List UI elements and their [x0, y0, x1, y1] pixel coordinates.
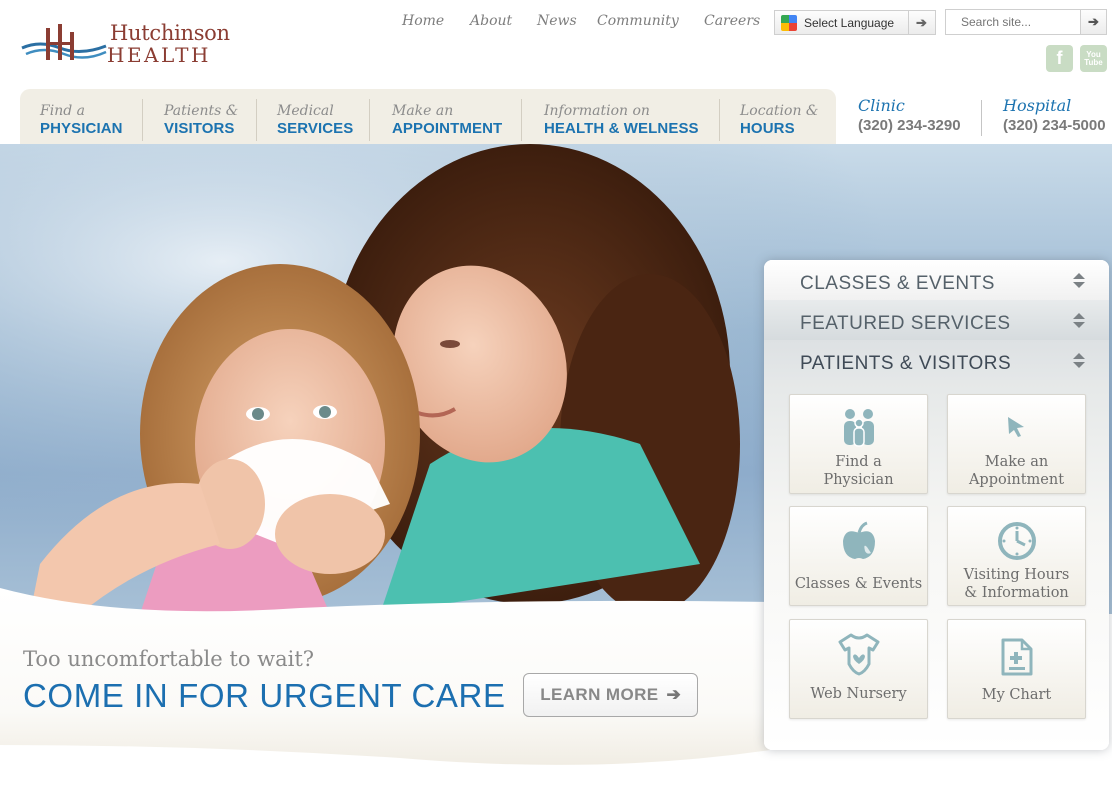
promo-title: COME IN FOR URGENT CARE — [23, 677, 506, 714]
sort-arrows-icon — [1073, 313, 1085, 329]
main-nav: Find a PHYSICIAN Patients & VISITORS Med… — [20, 89, 836, 144]
youtube-icon[interactable]: You Tube — [1080, 45, 1107, 72]
phone-divider — [981, 100, 982, 136]
page: Hutchinson HEALTH Home About News Commun… — [0, 0, 1112, 789]
clinic-number: (320) 234-3290 — [858, 117, 961, 134]
nav-health-wellness[interactable]: Information on HEALTH & WELNESS — [544, 103, 699, 137]
nav-divider — [521, 99, 522, 141]
top-nav-news[interactable]: News — [537, 13, 577, 29]
accordion-label: PATIENTS & VISITORS — [800, 353, 1012, 374]
nav-item-small: Location & — [740, 103, 819, 119]
logo-text-health: HEALTH — [107, 43, 211, 67]
nav-item-big: PHYSICIAN — [40, 120, 123, 137]
nav-item-small: Patients & — [164, 103, 239, 119]
document-icon — [948, 637, 1085, 677]
tile-label-line-1: Web Nursery — [810, 686, 907, 702]
tile-make-appointment[interactable]: Make an Appointment — [947, 394, 1086, 494]
tile-label-line-1: Find a — [835, 454, 882, 470]
tile-label: Classes & Events — [790, 575, 927, 593]
tile-label: Find a Physician — [790, 453, 927, 489]
sort-arrows-icon — [1073, 273, 1085, 289]
nav-item-small: Information on — [544, 103, 650, 119]
nav-item-small: Medical — [277, 103, 334, 119]
accordion-label: CLASSES & EVENTS — [800, 273, 995, 294]
top-nav-careers[interactable]: Careers — [704, 13, 760, 29]
nav-make-appointment[interactable]: Make an APPOINTMENT — [392, 103, 502, 137]
language-select-label: Select Language — [804, 15, 895, 30]
learn-more-button[interactable]: LEARN MORE ➔ — [523, 673, 698, 717]
nav-item-big: HEALTH & WELNESS — [544, 120, 699, 137]
logo-mark-icon — [21, 24, 107, 60]
nav-item-small: Make an — [392, 103, 454, 119]
nav-divider — [369, 99, 370, 141]
clinic-phone[interactable]: Clinic (320) 234-3290 — [858, 96, 961, 136]
tile-label-line-1: My Chart — [981, 687, 1052, 703]
nav-medical-services[interactable]: Medical SERVICES — [277, 103, 353, 137]
search-input[interactable] — [946, 11, 1080, 33]
accordion-featured-services[interactable]: FEATURED SERVICES — [764, 300, 1109, 340]
arrow-right-icon: ➔ — [666, 685, 681, 704]
hutchinson-health-logo[interactable]: Hutchinson HEALTH — [20, 18, 230, 68]
nav-item-big: HOURS — [740, 120, 795, 137]
hospital-label: Hospital — [1003, 96, 1072, 115]
tile-label-line-2: Physician — [823, 472, 894, 488]
nav-item-big: SERVICES — [277, 120, 354, 137]
arrow-right-icon[interactable]: ➔ — [908, 11, 934, 34]
hospital-phone[interactable]: Hospital (320) 234-5000 — [1003, 96, 1106, 136]
onesie-icon — [790, 632, 927, 676]
search-box: ➔ — [945, 9, 1107, 35]
nav-item-big: VISITORS — [164, 120, 235, 137]
people-icon — [790, 407, 927, 449]
tile-label-line-2: Appointment — [968, 472, 1065, 488]
tile-web-nursery[interactable]: Web Nursery — [789, 619, 928, 719]
nav-patients-visitors[interactable]: Patients & VISITORS — [164, 103, 238, 137]
tile-label: Web Nursery — [790, 685, 927, 703]
sort-arrows-icon — [1073, 353, 1085, 369]
google-translate-icon — [781, 14, 797, 31]
nav-item-small: Find a — [40, 103, 85, 119]
accordion-patients-visitors[interactable]: PATIENTS & VISITORS — [764, 340, 1109, 380]
cursor-icon — [948, 415, 1085, 439]
hospital-number: (320) 234-5000 — [1003, 117, 1106, 134]
facebook-icon[interactable]: f — [1046, 45, 1073, 72]
language-select[interactable]: Select Language ➔ — [774, 10, 936, 35]
promo-question: Too uncomfortable to wait? — [23, 647, 315, 671]
search-submit-button[interactable]: ➔ — [1080, 10, 1106, 34]
tile-label: Make an Appointment — [948, 453, 1085, 489]
tile-classes-events[interactable]: Classes & Events — [789, 506, 928, 606]
learn-more-label: LEARN MORE — [540, 685, 659, 704]
top-nav-about[interactable]: About — [470, 13, 512, 29]
accordion-classes-events[interactable]: CLASSES & EVENTS — [764, 260, 1109, 300]
top-nav-home[interactable]: Home — [402, 13, 444, 29]
accordion-label: FEATURED SERVICES — [800, 313, 1011, 334]
clock-icon — [948, 521, 1085, 561]
nav-divider — [719, 99, 720, 141]
tile-visiting-hours[interactable]: Visiting Hours & Information — [947, 506, 1086, 606]
nav-location-hours[interactable]: Location & HOURS — [740, 103, 818, 137]
top-nav-community[interactable]: Community — [597, 13, 679, 29]
tile-find-physician[interactable]: Find a Physician — [789, 394, 928, 494]
logo-text-hutchinson: Hutchinson — [110, 21, 230, 45]
nav-divider — [142, 99, 143, 141]
clinic-label: Clinic — [858, 96, 905, 115]
tile-label-line-1: Classes & Events — [794, 576, 923, 592]
nav-find-physician[interactable]: Find a PHYSICIAN — [40, 103, 123, 137]
nav-item-big: APPOINTMENT — [392, 120, 503, 137]
youtube-icon-text-bottom: Tube — [1084, 57, 1103, 67]
apple-icon — [790, 521, 927, 563]
nav-divider — [256, 99, 257, 141]
tile-label: Visiting Hours & Information — [948, 566, 1085, 602]
tile-label-line-1: Make an — [984, 454, 1049, 470]
tile-label: My Chart — [948, 686, 1085, 704]
tile-label-line-2: & Information — [964, 585, 1069, 601]
tile-my-chart[interactable]: My Chart — [947, 619, 1086, 719]
tile-label-line-1: Visiting Hours — [963, 567, 1070, 583]
quick-links-panel: CLASSES & EVENTS FEATURED SERVICES PATIE… — [764, 260, 1109, 750]
